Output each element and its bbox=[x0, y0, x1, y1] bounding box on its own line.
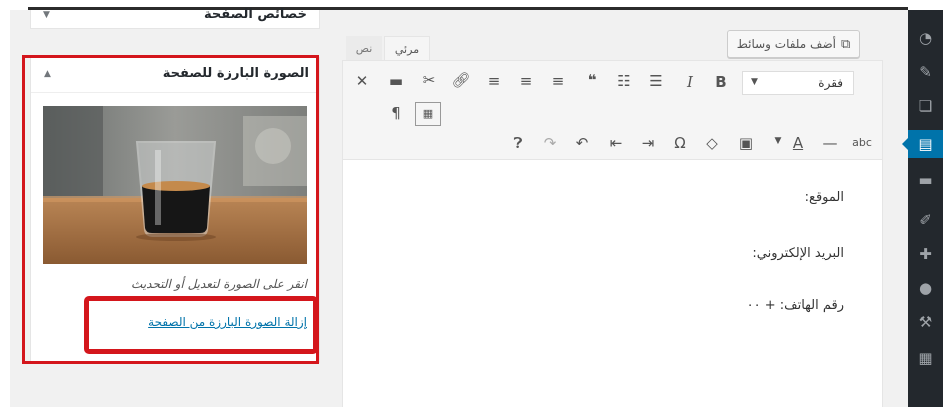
strikethrough-icon[interactable]: abc bbox=[852, 136, 872, 149]
dashboard-icon[interactable]: ◔ bbox=[908, 24, 943, 52]
editor-content-area[interactable]: الموقع: البريد الإلكتروني: رقم الهاتف: +… bbox=[342, 160, 883, 407]
chevron-down-icon[interactable]: ▼ bbox=[43, 10, 50, 20]
special-character-icon[interactable]: Ω bbox=[670, 134, 690, 152]
screenshot-canvas: ◔ ✎ ❏ ▤ ▬ ✐ ✚ ● ⚒ ▦ خصائص الصفحة ▼ الصور… bbox=[0, 0, 943, 407]
unlink-icon[interactable]: ✂ bbox=[419, 71, 439, 89]
link-icon[interactable]: 🔗︎ bbox=[451, 71, 471, 89]
toolbar-toggle-icon[interactable]: ▦ bbox=[415, 102, 441, 126]
bullet-list-icon[interactable]: ☰ bbox=[646, 72, 666, 90]
paragraph-direction-icon[interactable]: ¶ bbox=[386, 104, 406, 122]
caret-down-icon: ▼ bbox=[751, 77, 758, 87]
admin-sidebar: ◔ ✎ ❏ ▤ ▬ ✐ ✚ ● ⚒ ▦ bbox=[902, 10, 943, 407]
red-highlight-link-box bbox=[84, 296, 318, 354]
add-media-label: أضف ملفات وسائط bbox=[736, 37, 836, 51]
pin-icon[interactable]: ✎ bbox=[908, 58, 943, 86]
appearance-icon[interactable]: ✐ bbox=[908, 206, 943, 234]
help-icon[interactable]: ❓︎ bbox=[508, 134, 528, 152]
align-right-icon[interactable]: ≡ bbox=[548, 72, 568, 90]
add-media-button[interactable]: ⧉ أضف ملفات وسائط bbox=[727, 30, 860, 58]
page-attributes-box: خصائص الصفحة ▼ bbox=[30, 7, 320, 29]
paragraph-format-select[interactable]: فقرة ▼ bbox=[742, 71, 854, 95]
read-more-icon[interactable]: ▬ bbox=[386, 72, 406, 90]
indent-icon[interactable]: ⇥ bbox=[638, 134, 658, 152]
pages-icon[interactable]: ▤ bbox=[902, 130, 943, 158]
numbered-list-icon[interactable]: ☷ bbox=[614, 72, 634, 90]
settings-icon[interactable]: ▦ bbox=[908, 344, 943, 372]
content-line-phone: رقم الهاتف: + ٠٠ bbox=[746, 298, 844, 313]
text-color-caret-icon[interactable]: ▼ bbox=[768, 136, 788, 146]
align-center-icon[interactable]: ≡ bbox=[516, 72, 536, 90]
paste-text-icon[interactable]: ▣ bbox=[736, 134, 756, 152]
tools-icon[interactable]: ⚒ bbox=[908, 308, 943, 336]
italic-icon[interactable]: I bbox=[680, 73, 700, 91]
content-line-location: الموقع: bbox=[804, 190, 844, 205]
clear-format-icon[interactable]: ◇ bbox=[702, 134, 722, 152]
fullscreen-icon[interactable]: ✕ bbox=[352, 72, 372, 90]
add-media-icon: ⧉ bbox=[840, 36, 851, 52]
bold-icon[interactable]: B bbox=[711, 73, 731, 91]
blockquote-icon[interactable]: ❝ bbox=[582, 71, 602, 89]
outdent-icon[interactable]: ⇤ bbox=[606, 134, 626, 152]
page-attributes-title: خصائص الصفحة bbox=[204, 7, 307, 22]
users-icon[interactable]: ● bbox=[908, 274, 943, 302]
media-icon[interactable]: ❏ bbox=[908, 92, 943, 120]
format-select-value: فقرة bbox=[818, 76, 843, 90]
horizontal-line-icon[interactable]: — bbox=[820, 134, 840, 152]
tab-visual[interactable]: مرئي bbox=[384, 36, 430, 61]
plugins-icon[interactable]: ✚ bbox=[908, 240, 943, 268]
align-left-icon[interactable]: ≡ bbox=[484, 72, 504, 90]
comments-icon[interactable]: ▬ bbox=[908, 166, 943, 194]
undo-icon[interactable]: ↶ bbox=[572, 134, 592, 152]
text-color-icon[interactable]: A bbox=[788, 134, 808, 152]
redo-icon[interactable]: ↷ bbox=[540, 134, 560, 152]
content-line-email: البريد الإلكتروني: bbox=[752, 246, 844, 261]
tab-text[interactable]: نص bbox=[346, 36, 382, 60]
